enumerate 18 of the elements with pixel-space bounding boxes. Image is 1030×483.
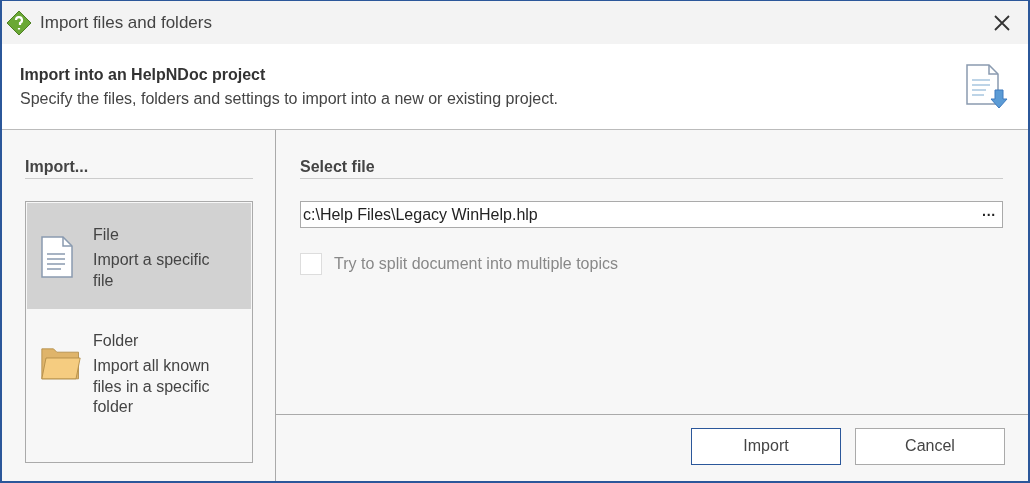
document-icon [41, 236, 73, 278]
header-subtitle: Specify the files, folders and settings to import into a new or existing project. [20, 89, 560, 108]
checkbox-label: Try to split document into multiple topics [334, 255, 618, 273]
dialog-button[interactable]: Import [691, 427, 841, 465]
dialog-button[interactable]: Cancel [855, 427, 1005, 465]
section-heading: Select file [300, 158, 1003, 179]
option-description: Import all known files in a specific folder [93, 355, 211, 418]
header-title: Import into an HelpNDoc project [20, 65, 267, 84]
document-download-icon [966, 63, 1008, 110]
option-title: Folder [93, 331, 140, 351]
window-title: Import files and folders [40, 12, 213, 33]
section-heading: Import... [25, 158, 253, 179]
option-title: File [93, 225, 120, 245]
help-book-icon [6, 9, 32, 36]
import-type-option[interactable]: Folder Import all known files in a specific folder [27, 309, 251, 415]
import-type-option[interactable]: File Import a specific file [27, 203, 251, 309]
option-description: Import a specific file [93, 249, 211, 291]
close-icon [993, 13, 1011, 32]
